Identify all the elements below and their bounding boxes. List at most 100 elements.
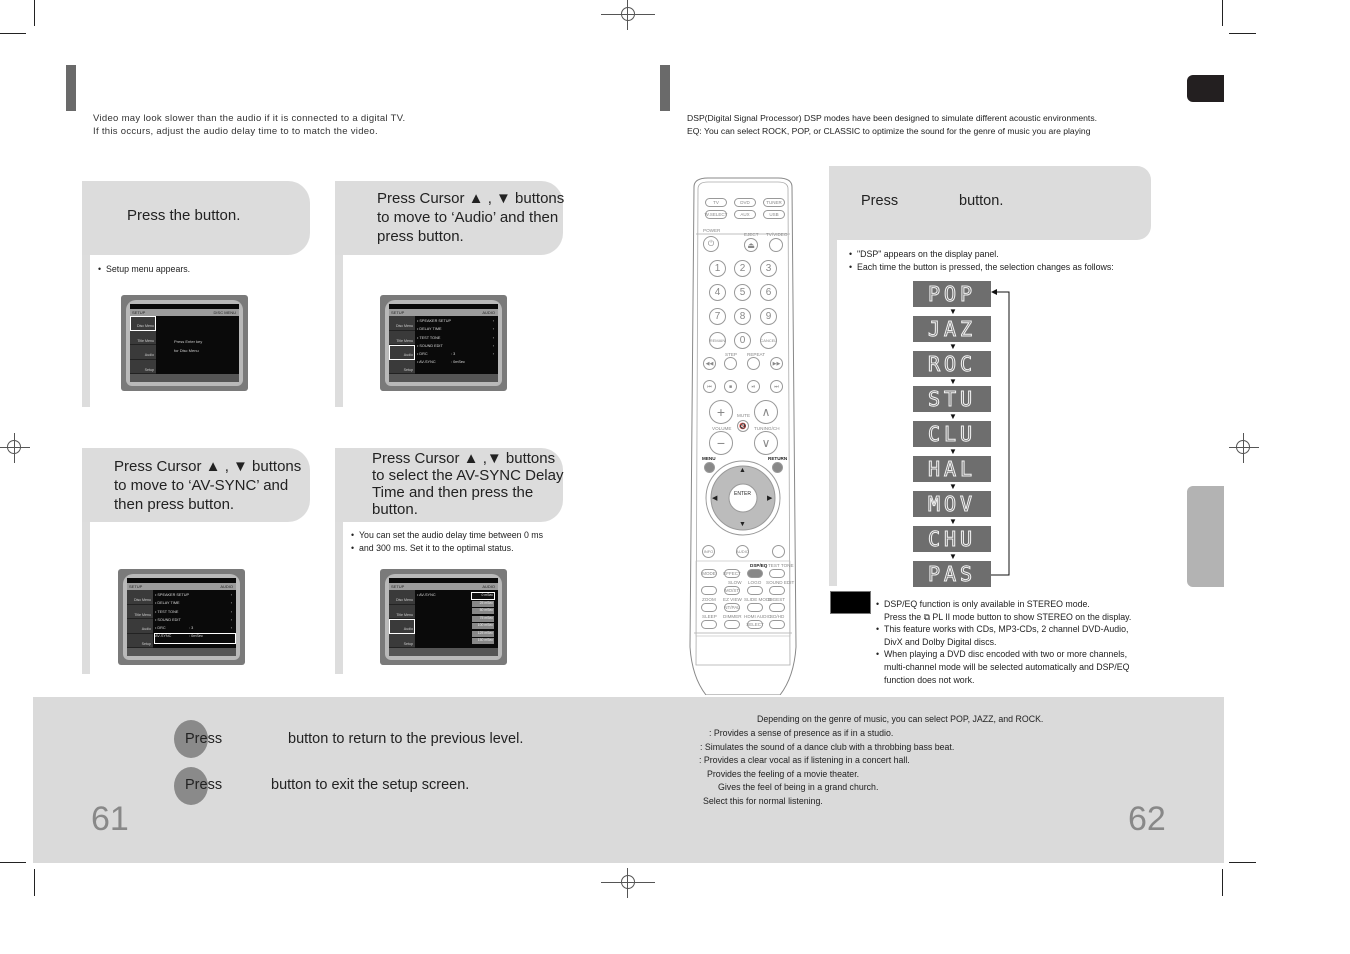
number-button-6[interactable]: 6 — [760, 284, 777, 301]
mode-description: Provides the feeling of a movie theater. — [707, 769, 860, 779]
setup-screen-disc-menu: SETUP DISC MENU Disc Menu Title Menu Audi… — [121, 295, 248, 391]
note-line: function does not work. — [884, 674, 975, 685]
crop-mark — [1229, 33, 1256, 34]
slide-mode-button[interactable] — [747, 603, 763, 612]
mode-description: : Provides a clear vocal as if listening… — [699, 755, 910, 765]
next-button[interactable]: ⏭ — [770, 380, 783, 393]
cursor-left-button[interactable]: ◀ — [712, 494, 717, 502]
stop-button[interactable]: ■ — [724, 380, 737, 393]
mode-description: Depending on the genre of music, you can… — [757, 714, 1044, 724]
number-button-9[interactable]: 9 — [760, 308, 777, 325]
tv-video-button[interactable] — [769, 238, 783, 252]
down-arrow-icon: ▼ — [949, 552, 957, 561]
number-button-8[interactable]: 8 — [734, 308, 751, 325]
step-button[interactable] — [724, 357, 737, 370]
volume-up-button[interactable]: + — [709, 400, 733, 424]
return-button[interactable] — [772, 462, 783, 473]
mode-description: Select this for normal listening. — [703, 796, 823, 806]
mode-button[interactable]: MODE — [701, 569, 717, 578]
remote-tuner-button[interactable]: TUNER — [763, 198, 785, 207]
cursor-down-button[interactable]: ▼ — [739, 521, 746, 528]
previous-button[interactable]: ⏮ — [703, 380, 716, 393]
number-button-2[interactable]: 2 — [734, 260, 751, 277]
number-button-0[interactable]: 0 — [734, 332, 751, 349]
audio-menu-rows: • SPEAKER SETUP › • DELAY TIME › • TEST TO… — [417, 319, 494, 365]
audio-button[interactable]: AUDIO — [736, 545, 749, 558]
logo-button[interactable] — [747, 586, 763, 595]
exit-instruction: button to exit the setup screen. — [271, 777, 470, 793]
digest-button[interactable] — [769, 603, 785, 612]
number-button-1[interactable]: 1 — [709, 260, 726, 277]
dsp-mode-display: HAL — [913, 456, 991, 482]
number-button-3[interactable]: 3 — [760, 260, 777, 277]
zoom-button[interactable] — [701, 603, 717, 612]
repeat-button[interactable] — [747, 357, 760, 370]
volume-down-button[interactable]: − — [709, 431, 733, 455]
intro-line: If this occurs, adjust the audio delay t… — [93, 126, 378, 137]
sleep-button[interactable] — [701, 620, 717, 629]
crop-mark — [1222, 869, 1223, 896]
press-label: Press — [185, 731, 223, 747]
remote-aux-button[interactable]: AUX — [734, 210, 756, 219]
ntsc-pal-button[interactable]: NT/PAL — [724, 603, 740, 612]
enter-button[interactable]: ENTER — [734, 491, 751, 497]
note-line: multi-channel mode will be selected auto… — [884, 662, 1130, 672]
eject-button[interactable]: ⏏ — [744, 238, 758, 252]
dsp-mode-display: POP — [913, 281, 991, 307]
cursor-right-button[interactable]: ▶ — [767, 494, 772, 502]
mute-button[interactable]: 🔇 — [737, 420, 749, 432]
dimmer-button[interactable] — [724, 620, 740, 629]
intro-text: DSP(Digital Signal Processor) DSP modes … — [687, 113, 1098, 136]
step-instruction: Press the button. — [82, 181, 310, 255]
remote-usb-button[interactable]: USB — [763, 210, 785, 219]
remote-wselect-button[interactable]: W.SELECT — [705, 210, 727, 219]
effect-button[interactable]: EFFECT — [723, 569, 741, 578]
rewind-button[interactable]: ◀◀ — [703, 357, 716, 370]
cursor-up-button[interactable]: ▲ — [739, 467, 746, 474]
tuner-memory-button[interactable] — [701, 586, 717, 595]
registration-mark-bottom — [601, 868, 655, 898]
intro-text: Video may look slower than the audio if … — [93, 112, 405, 138]
mo-st-button[interactable]: MO/ST — [724, 586, 740, 595]
fast-forward-button[interactable]: ▶▶ — [770, 357, 783, 370]
number-button-cancel[interactable]: CANCEL — [760, 332, 777, 349]
number-button-4[interactable]: 4 — [709, 284, 726, 301]
screen-side-menu: Disc Menu Title Menu Audio Setup — [130, 316, 156, 374]
note-line: DSP/EQ function is only available in STE… — [876, 598, 1090, 611]
down-arrow-icon: ▼ — [949, 482, 957, 491]
down-arrow-icon: ▼ — [949, 307, 957, 316]
subtitle-button[interactable] — [772, 545, 785, 558]
crop-mark — [1222, 0, 1223, 26]
select-button[interactable]: SELECT — [746, 620, 764, 629]
sd-hd-button[interactable] — [769, 620, 785, 629]
channel-up-button[interactable]: ∧ — [754, 400, 778, 424]
press-label: Press — [185, 777, 223, 793]
dsp-mode-display: ROC — [913, 351, 991, 377]
remote-tv-button[interactable]: TV — [705, 198, 727, 207]
step-instruction: Press button. — [829, 166, 1151, 240]
test-tone-button[interactable] — [769, 569, 785, 578]
step-instruction: Press Cursor ▲ ,▼ buttons to select the … — [335, 448, 563, 522]
sound-edit-button[interactable] — [769, 586, 785, 595]
info-button[interactable]: INFO — [702, 545, 715, 558]
menu-button[interactable] — [704, 462, 715, 473]
channel-down-button[interactable]: ∨ — [754, 431, 778, 455]
number-button-remain[interactable]: REMAIN — [709, 332, 726, 349]
setup-screen-av-sync-options: SETUP AUDIO Disc Menu Title Menu Audio Se… — [380, 569, 507, 665]
dsp-mode-display: MOV — [913, 491, 991, 517]
step-note-cont: and 300 ms. Set it to the optimal status… — [351, 542, 514, 555]
number-button-7[interactable]: 7 — [709, 308, 726, 325]
step-instruction: Press Cursor ▲ , ▼ buttons to move to ‘A… — [82, 448, 310, 522]
step-note: "DSP" appears on the display panel. — [849, 248, 999, 261]
step-instruction: Press Cursor ▲ , ▼ buttons to move to ‘A… — [335, 181, 564, 255]
section-title-bar — [66, 65, 76, 111]
section-title-bar — [660, 65, 670, 111]
power-button[interactable]: ⏻ — [703, 236, 719, 252]
down-arrow-icon: ▼ — [949, 517, 957, 526]
number-button-5[interactable]: 5 — [734, 284, 751, 301]
note-line: DivX and Dolby Digital discs. — [884, 636, 997, 647]
play-pause-button[interactable]: ⏯ — [747, 380, 760, 393]
dsp-eq-button[interactable] — [747, 569, 763, 578]
note-badge — [830, 591, 871, 614]
remote-dvd-button[interactable]: DVD — [734, 198, 756, 207]
